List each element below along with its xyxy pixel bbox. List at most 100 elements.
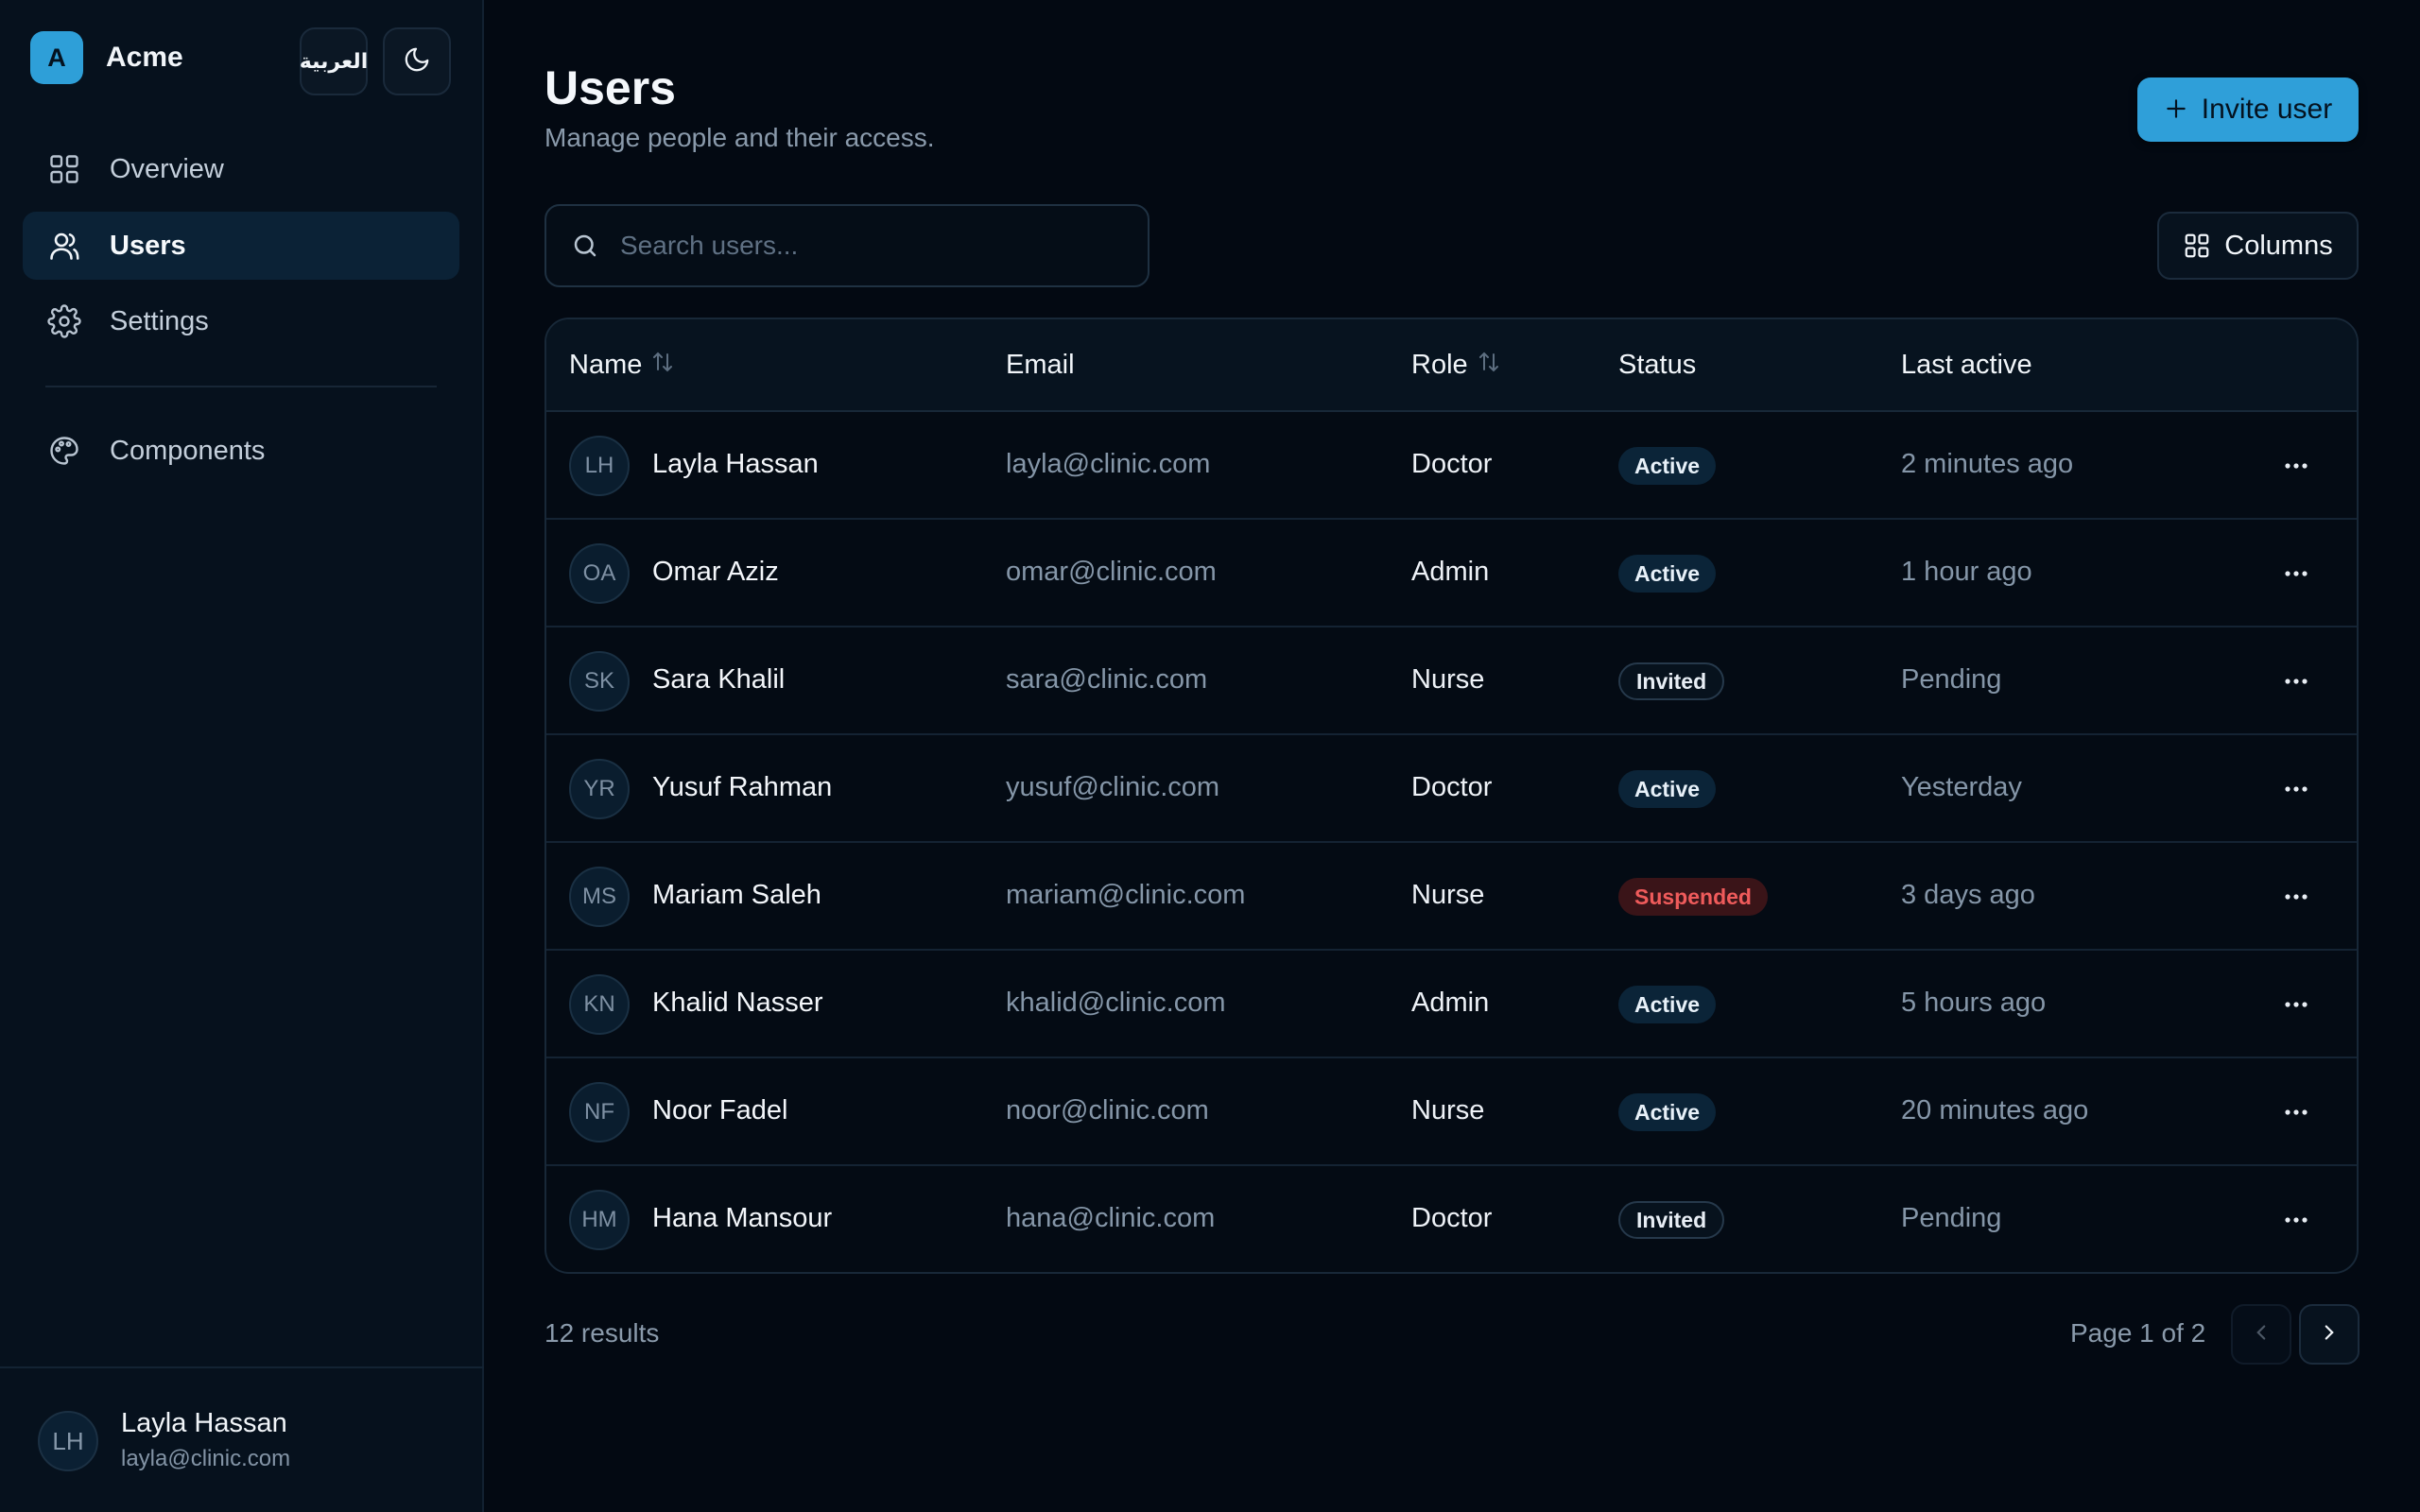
more-horizontal-icon	[2284, 1211, 2308, 1228]
status-badge: Active	[1618, 555, 1717, 593]
column-header-last-active: Last active	[1901, 350, 2032, 380]
chevron-left-icon	[2249, 1320, 2273, 1349]
column-header-email: Email	[1006, 350, 1075, 380]
row-actions-button[interactable]	[2282, 1206, 2310, 1234]
avatar: HM	[569, 1190, 630, 1250]
avatar: MS	[569, 867, 630, 927]
column-header-status: Status	[1618, 350, 1697, 380]
table-row[interactable]: HM Hana Mansour hana@clinic.com Doctor Invit…	[546, 1166, 2357, 1272]
user-name: Noor Fadel	[652, 1095, 788, 1125]
columns-button[interactable]: Columns	[2157, 212, 2359, 280]
avatar: LH	[569, 436, 630, 496]
row-actions-button[interactable]	[2282, 883, 2310, 911]
users-icon	[45, 227, 83, 265]
more-horizontal-icon	[2284, 1104, 2308, 1121]
current-user-name: Layla Hassan	[121, 1408, 287, 1438]
table-row[interactable]: YR Yusuf Rahman yusuf@clinic.com Doctor Acti…	[546, 735, 2357, 843]
sidebar-item-users[interactable]: Users	[23, 212, 459, 280]
table-row[interactable]: NF Noor Fadel noor@clinic.com Nurse Active 20…	[546, 1058, 2357, 1166]
results-count: 12 results	[544, 1318, 660, 1348]
avatar: YR	[569, 759, 630, 819]
search-box[interactable]	[544, 204, 1150, 287]
avatar: NF	[569, 1082, 630, 1143]
user-email: hana@clinic.com	[1006, 1203, 1216, 1233]
column-header-name[interactable]: Name	[569, 350, 674, 381]
table-row[interactable]: OA Omar Aziz omar@clinic.com Admin Active 1 h…	[546, 520, 2357, 627]
user-name: Omar Aziz	[652, 557, 779, 587]
last-active: Yesterday	[1901, 772, 2022, 802]
column-header-role[interactable]: Role	[1411, 350, 1500, 381]
table-row[interactable]: LH Layla Hassan layla@clinic.com Doctor Acti…	[546, 412, 2357, 520]
user-email: khalid@clinic.com	[1006, 988, 1226, 1018]
avatar: SK	[569, 651, 630, 712]
more-horizontal-icon	[2284, 457, 2308, 474]
user-role: Admin	[1411, 988, 1490, 1018]
sidebar-item-label: Users	[110, 230, 186, 261]
current-user-card[interactable]: LH Layla Hassan layla@clinic.com	[0, 1366, 484, 1512]
palette-icon	[45, 432, 83, 470]
row-actions-button[interactable]	[2282, 667, 2310, 696]
sidebar-item-label: Settings	[110, 305, 209, 336]
sidebar-item-label: Overview	[110, 153, 224, 184]
page-subtitle: Manage people and their access.	[544, 123, 935, 152]
sidebar: A Acme العربية Overview Users Settings C…	[0, 0, 484, 1512]
row-actions-button[interactable]	[2282, 775, 2310, 803]
users-table: Name Email Role Status Last active LH Lay…	[544, 318, 2359, 1274]
user-role: Nurse	[1411, 880, 1485, 910]
row-actions-button[interactable]	[2282, 1098, 2310, 1126]
sidebar-item-settings[interactable]: Settings	[23, 287, 459, 355]
more-horizontal-icon	[2284, 565, 2308, 582]
search-input[interactable]	[620, 231, 1131, 261]
sidebar-item-overview[interactable]: Overview	[23, 135, 459, 203]
user-name: Yusuf Rahman	[652, 772, 833, 802]
language-toggle-button[interactable]: العربية	[300, 27, 368, 95]
brand[interactable]: A Acme	[30, 31, 183, 84]
previous-page-button[interactable]	[2231, 1304, 2291, 1365]
page-info: Page 1 of 2	[2070, 1318, 2206, 1348]
table-body: LH Layla Hassan layla@clinic.com Doctor Acti…	[546, 412, 2357, 1272]
avatar: LH	[38, 1411, 98, 1471]
last-active: 2 minutes ago	[1901, 449, 2074, 479]
table-row[interactable]: KN Khalid Nasser khalid@clinic.com Admin Act…	[546, 951, 2357, 1058]
user-email: layla@clinic.com	[1006, 449, 1211, 479]
user-role: Doctor	[1411, 449, 1493, 479]
next-page-button[interactable]	[2299, 1304, 2360, 1365]
user-name: Layla Hassan	[652, 449, 819, 479]
columns-label: Columns	[2224, 230, 2333, 261]
theme-toggle-button[interactable]	[383, 27, 451, 95]
last-active: Pending	[1901, 1203, 2002, 1233]
row-actions-button[interactable]	[2282, 559, 2310, 588]
invite-user-button[interactable]: Invite user	[2137, 77, 2359, 142]
gear-icon	[45, 302, 83, 340]
user-name: Sara Khalil	[652, 664, 786, 695]
user-email: omar@clinic.com	[1006, 557, 1217, 587]
status-badge: Invited	[1618, 662, 1725, 700]
more-horizontal-icon	[2284, 781, 2308, 798]
status-badge: Active	[1618, 986, 1717, 1023]
avatar: OA	[569, 543, 630, 604]
sidebar-divider	[45, 386, 437, 387]
table-header: Name Email Role Status Last active	[546, 319, 2357, 412]
status-badge: Invited	[1618, 1201, 1725, 1239]
row-actions-button[interactable]	[2282, 452, 2310, 480]
status-badge: Active	[1618, 447, 1717, 485]
last-active: Pending	[1901, 664, 2002, 695]
avatar: KN	[569, 974, 630, 1035]
moon-icon	[403, 45, 431, 78]
sidebar-item-components[interactable]: Components	[23, 417, 459, 485]
page-title: Users	[544, 61, 676, 114]
last-active: 3 days ago	[1901, 880, 2035, 910]
last-active: 20 minutes ago	[1901, 1095, 2089, 1125]
plus-icon	[2164, 93, 2188, 127]
more-horizontal-icon	[2284, 996, 2308, 1013]
status-badge: Active	[1618, 1093, 1717, 1131]
user-email: mariam@clinic.com	[1006, 880, 1246, 910]
table-row[interactable]: MS Mariam Saleh mariam@clinic.com Nurse Susp…	[546, 843, 2357, 951]
brand-name: Acme	[106, 42, 183, 73]
row-actions-button[interactable]	[2282, 990, 2310, 1019]
user-role: Nurse	[1411, 664, 1485, 695]
sidebar-item-label: Components	[110, 435, 266, 466]
user-role: Admin	[1411, 557, 1490, 587]
table-row[interactable]: SK Sara Khalil sara@clinic.com Nurse Invited…	[546, 627, 2357, 735]
invite-user-label: Invite user	[2201, 94, 2333, 125]
